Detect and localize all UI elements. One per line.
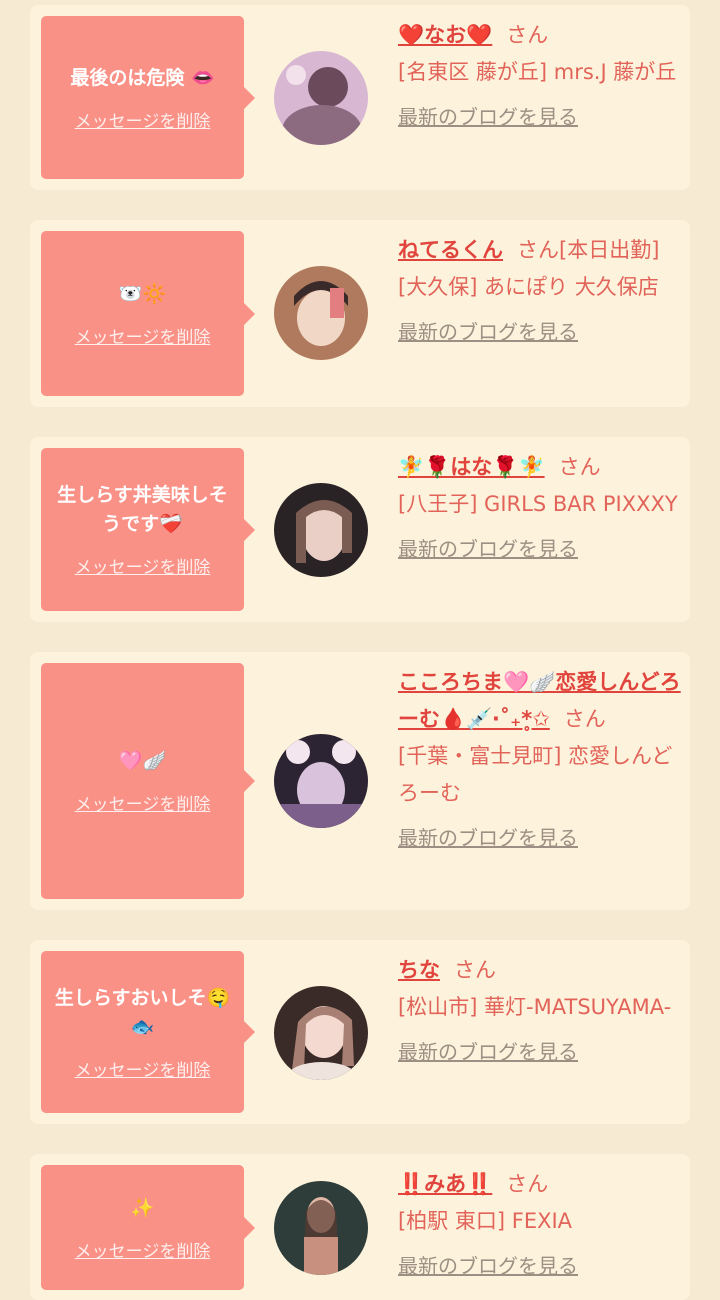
san-label: さん [506, 1172, 549, 1196]
shop-text: [松山市] 華灯-MATSUYAMA- [398, 995, 672, 1019]
avatar-photo [274, 51, 368, 145]
cast-info: ねてるくん さん[本日出勤] [大久保] あにぽり 大久保店 最新のブログを見る [398, 232, 682, 351]
cast-name-link[interactable]: ❤️なお❤️ [398, 23, 492, 47]
message-list: 最後のは危険 👄 メッセージを削除 ❤️なお❤️ さん [名東区 藤が丘] mrs… [0, 0, 720, 1300]
cast-name-link[interactable]: 🧚🌹はな🌹🧚 [398, 455, 545, 479]
message-bubble: 🐻‍❄️🔆 メッセージを削除 [41, 231, 255, 396]
avatar-photo [274, 1181, 368, 1275]
latest-blog-link[interactable]: 最新のブログを見る [398, 314, 578, 351]
shop-text: [八王子] GIRLS BAR PIXXXY [398, 492, 678, 516]
latest-blog-link[interactable]: 最新のブログを見る [398, 99, 578, 136]
avatar-photo [274, 266, 368, 360]
delete-message-link[interactable]: メッセージを削除 [75, 553, 211, 578]
delete-message-link[interactable]: メッセージを削除 [75, 790, 211, 815]
latest-blog-link[interactable]: 最新のブログを見る [398, 1248, 578, 1285]
shop-text: [名東区 藤が丘] mrs.J 藤が丘 [398, 60, 677, 84]
cast-info: ちな さん [松山市] 華灯-MATSUYAMA- 最新のブログを見る [398, 952, 682, 1071]
message-bubble: 生しらすおいしそ🤤🐟 メッセージを削除 [41, 951, 255, 1113]
message-text: ✨ [130, 1196, 155, 1219]
message-text: 最後のは危険 👄 [70, 66, 215, 89]
shop-text: [千葉・富士見町] 恋愛しんどろーむ [398, 744, 673, 805]
delete-message-link[interactable]: メッセージを削除 [75, 1237, 211, 1262]
message-card: 最後のは危険 👄 メッセージを削除 ❤️なお❤️ さん [名東区 藤が丘] mrs… [30, 5, 690, 190]
avatar[interactable] [274, 734, 368, 828]
cast-name-link[interactable]: ねてるくん [398, 238, 503, 262]
cast-info: ❤️なお❤️ さん [名東区 藤が丘] mrs.J 藤が丘 最新のブログを見る [398, 17, 682, 136]
san-label: さん [506, 23, 549, 47]
avatar[interactable] [274, 986, 368, 1080]
message-card: 🩷🪽 メッセージを削除 こころちま🩷🪽恋愛しんどろーむ🩸💉‧˚₊*̥✩ さん [千… [30, 652, 690, 910]
delete-message-link[interactable]: メッセージを削除 [75, 107, 211, 132]
latest-blog-link[interactable]: 最新のブログを見る [398, 531, 578, 568]
message-text: 🩷🪽 [118, 750, 167, 772]
message-card: ✨ メッセージを削除 ‼️みあ‼️ さん [柏駅 東口] FEXIA 最新のブログ… [30, 1154, 690, 1300]
san-label: さん [454, 958, 496, 982]
message-bubble: 最後のは危険 👄 メッセージを削除 [41, 16, 255, 179]
cast-info: ‼️みあ‼️ さん [柏駅 東口] FEXIA 最新のブログを見る [398, 1166, 682, 1285]
latest-blog-link[interactable]: 最新のブログを見る [398, 1034, 578, 1071]
avatar[interactable] [274, 1181, 368, 1275]
shop-text: [大久保] あにぽり 大久保店 [398, 275, 659, 299]
message-bubble: 🩷🪽 メッセージを削除 [41, 663, 255, 899]
cast-info: 🧚🌹はな🌹🧚 さん [八王子] GIRLS BAR PIXXXY 最新のブログを見… [398, 449, 682, 568]
avatar-photo [274, 483, 368, 577]
message-text: 生しらす丼美味しそうです❤️‍🩹 [57, 484, 228, 535]
latest-blog-link[interactable]: 最新のブログを見る [398, 820, 578, 857]
message-text: 生しらすおいしそ🤤🐟 [54, 986, 231, 1038]
message-card: 🐻‍❄️🔆 メッセージを削除 ねてるくん さん[本日出勤] [大久保] あにぽり … [30, 220, 690, 407]
cast-name-link[interactable]: こころちま🩷🪽恋愛しんどろーむ🩸💉‧˚₊*̥✩ [398, 670, 681, 731]
cast-name-link[interactable]: ちな [398, 958, 440, 982]
message-bubble: 生しらす丼美味しそうです❤️‍🩹 メッセージを削除 [41, 448, 255, 611]
san-label: さん [563, 707, 606, 731]
san-label: さん [517, 238, 559, 262]
message-bubble: ✨ メッセージを削除 [41, 1165, 255, 1290]
avatar[interactable] [274, 266, 368, 360]
message-text: 🐻‍❄️🔆 [118, 282, 167, 305]
san-label: さん [558, 455, 601, 479]
message-card: 生しらすおいしそ🤤🐟 メッセージを削除 ちな さん [松山市] 華灯-MATSUY… [30, 940, 690, 1124]
avatar-photo [274, 734, 368, 828]
cast-name-link[interactable]: ‼️みあ‼️ [398, 1172, 492, 1196]
cast-info: こころちま🩷🪽恋愛しんどろーむ🩸💉‧˚₊*̥✩ さん [千葉・富士見町] 恋愛しん… [398, 664, 682, 857]
delete-message-link[interactable]: メッセージを削除 [75, 1056, 211, 1081]
shift-status: [本日出勤] [559, 238, 660, 262]
message-card: 生しらす丼美味しそうです❤️‍🩹 メッセージを削除 🧚🌹はな🌹🧚 さん [八王子]… [30, 437, 690, 622]
avatar[interactable] [274, 51, 368, 145]
shop-text: [柏駅 東口] FEXIA [398, 1209, 573, 1233]
avatar[interactable] [274, 483, 368, 577]
delete-message-link[interactable]: メッセージを削除 [75, 323, 211, 348]
avatar-photo [274, 986, 368, 1080]
